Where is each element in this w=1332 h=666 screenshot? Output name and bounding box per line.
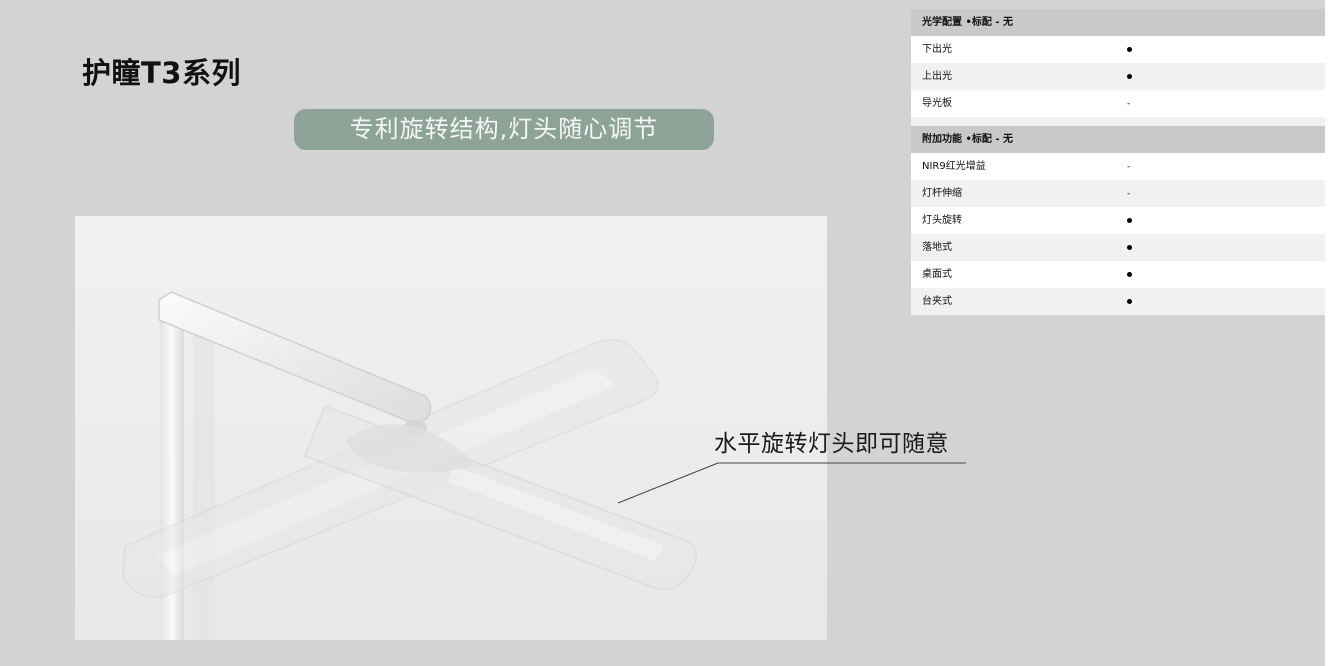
- spec-value: -: [1127, 180, 1325, 207]
- rotation-callout: 水平旋转灯头即可随意: [714, 431, 949, 457]
- spec-table: 光学配置 •标配 - 无 下出光 上出光 导光板 - 附加功能 •标配 - 无 …: [911, 9, 1325, 315]
- table-row: 桌面式: [911, 261, 1325, 288]
- table-row: 灯杆伸缩 -: [911, 180, 1325, 207]
- extra-features-header: 附加功能 •标配 - 无: [911, 126, 1325, 153]
- standard-dot-icon: [1127, 46, 1132, 52]
- spec-value: [1127, 207, 1325, 234]
- series-title: 护瞳T3系列: [82, 56, 241, 90]
- tagline-pill: 专利旋转结构,灯头随心调节: [294, 109, 714, 150]
- table-row: 导光板 -: [911, 90, 1325, 117]
- spec-name: 灯头旋转: [922, 215, 962, 226]
- standard-dot-icon: [1127, 244, 1132, 250]
- spec-name: NIR9红光增益: [922, 161, 986, 172]
- spec-value: [1127, 63, 1325, 90]
- table-row: 上出光: [911, 63, 1325, 90]
- standard-dot-icon: [1127, 271, 1132, 277]
- table-row: 灯头旋转: [911, 207, 1325, 234]
- none-dash: -: [1127, 189, 1131, 199]
- table-row: NIR9红光增益 -: [911, 153, 1325, 180]
- standard-dot-icon: [1127, 217, 1132, 223]
- optical-config-header: 光学配置 •标配 - 无: [911, 9, 1325, 36]
- spec-name: 上出光: [922, 71, 952, 82]
- spec-value: [1127, 36, 1325, 63]
- right-edge-strip: [1325, 0, 1332, 666]
- spec-value: -: [1127, 90, 1325, 117]
- spec-name: 灯杆伸缩: [922, 188, 962, 199]
- table-row: 台夹式: [911, 288, 1325, 315]
- spec-name: 台夹式: [922, 296, 952, 307]
- standard-dot-icon: [1127, 298, 1132, 304]
- optical-config-header-label: 光学配置 •标配 - 无: [922, 17, 1013, 28]
- table-row: 落地式: [911, 234, 1325, 261]
- spec-name: 导光板: [922, 98, 952, 109]
- spec-value: [1127, 234, 1325, 261]
- spec-name: 桌面式: [922, 269, 952, 280]
- spec-value: [1127, 288, 1325, 315]
- spec-value: [1127, 261, 1325, 288]
- standard-dot-icon: [1127, 73, 1132, 79]
- extra-features-header-label: 附加功能 •标配 - 无: [922, 134, 1013, 145]
- spec-name: 下出光: [922, 44, 952, 55]
- spec-value: -: [1127, 153, 1325, 180]
- table-divider: [911, 117, 1325, 126]
- table-row: 下出光: [911, 36, 1325, 63]
- none-dash: -: [1127, 162, 1131, 172]
- none-dash: -: [1127, 99, 1131, 109]
- spec-name: 落地式: [922, 242, 952, 253]
